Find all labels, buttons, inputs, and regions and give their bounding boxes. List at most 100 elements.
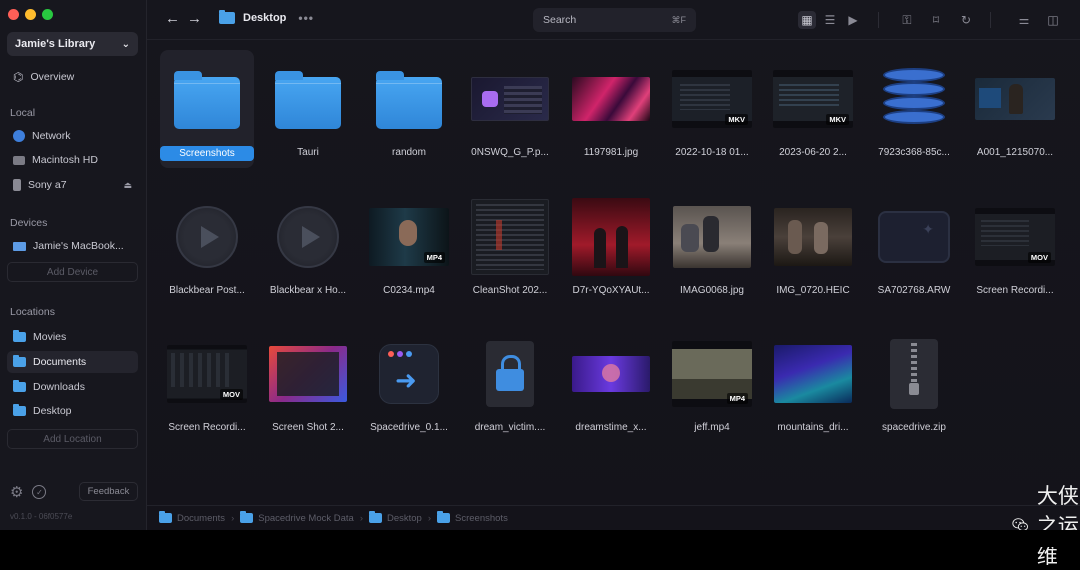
- file-tile[interactable]: dreamstime_x...: [564, 325, 658, 443]
- file-tile[interactable]: random: [362, 50, 456, 168]
- path-item[interactable]: Documents: [159, 511, 225, 524]
- close-window-button[interactable]: [8, 9, 19, 20]
- forward-arrow-icon[interactable]: →: [187, 10, 202, 27]
- search-input[interactable]: [543, 14, 653, 26]
- file-tile[interactable]: 1197981.jpg: [564, 50, 658, 168]
- file-name: 7923c368-85c...: [878, 147, 950, 158]
- path-item[interactable]: Desktop: [368, 511, 422, 524]
- app-icon: ➜: [379, 344, 439, 404]
- sidebar-item-documents[interactable]: Documents: [7, 351, 138, 373]
- file-tile[interactable]: MKV 2023-06-20 2...: [766, 50, 860, 168]
- search-box[interactable]: ⌘F: [533, 8, 696, 32]
- eject-icon[interactable]: ⏏: [123, 180, 132, 191]
- file-tile[interactable]: Tauri: [261, 50, 355, 168]
- sidebar-item-movies[interactable]: Movies: [7, 326, 138, 348]
- file-name: Screen Recordi...: [168, 422, 246, 433]
- sidebar-item-sony-a7[interactable]: Sony a7 ⏏: [7, 174, 138, 196]
- sidebar-item-desktop[interactable]: Desktop: [7, 400, 138, 422]
- file-name: D7r-YQoXYAUt...: [572, 285, 650, 296]
- path-item[interactable]: Spacedrive Mock Data: [240, 511, 354, 524]
- sliders-icon[interactable]: ⚌: [1015, 11, 1033, 29]
- current-folder: Desktop •••: [219, 10, 314, 25]
- sidebar-item-macbook[interactable]: Jamie's MacBook...: [7, 235, 138, 257]
- image-thumbnail: [975, 78, 1055, 120]
- watermark: 大侠之运维: [1012, 480, 1080, 570]
- file-tile[interactable]: D7r-YQoXYAUt...: [564, 188, 658, 306]
- file-name: 0NSWQ_G_P.p...: [471, 147, 549, 158]
- globe-icon: [13, 130, 25, 142]
- refresh-icon[interactable]: ↻: [957, 11, 975, 29]
- image-thumbnail: [572, 77, 650, 121]
- file-name: SA702768.ARW: [877, 285, 951, 296]
- sidebar-item-label: Desktop: [33, 405, 72, 417]
- zoom-window-button[interactable]: [42, 9, 53, 20]
- more-options-icon[interactable]: •••: [298, 11, 314, 25]
- file-tile[interactable]: 0NSWQ_G_P.p...: [463, 50, 557, 168]
- file-tile[interactable]: 7923c368-85c...: [867, 50, 961, 168]
- toolbar: ← → Desktop ••• ⌘F ▦ ☰ ▶ ⚿ ⌑ ↻ ⚌ ◫: [147, 0, 1080, 40]
- sidebar-item-label: Macintosh HD: [32, 154, 98, 166]
- key-icon[interactable]: ⚿: [898, 11, 916, 29]
- check-circle-icon[interactable]: ✓: [32, 485, 47, 499]
- file-tile[interactable]: Screen Shot 2...: [261, 325, 355, 443]
- chevron-right-icon: ›: [231, 512, 235, 524]
- file-tile[interactable]: mountains_dri...: [766, 325, 860, 443]
- image-thumbnail: [774, 345, 852, 403]
- sidebar-item-label: Documents: [33, 356, 87, 368]
- file-tile[interactable]: CleanShot 202...: [463, 188, 557, 306]
- sidebar-item-overview[interactable]: ⌬ Overview: [7, 66, 138, 88]
- file-tile[interactable]: spacedrive.zip: [867, 325, 961, 443]
- audio-play-icon: [277, 206, 339, 268]
- list-view-icon[interactable]: ☰: [821, 11, 839, 29]
- file-tile[interactable]: Blackbear x Ho...: [261, 188, 355, 306]
- folder-icon: [174, 71, 240, 129]
- file-tile[interactable]: MP4 C0234.mp4: [362, 188, 456, 306]
- bottom-letterbox: [0, 530, 1080, 547]
- file-tile[interactable]: ➜ Spacedrive_0.1...: [362, 325, 456, 443]
- tag-icon[interactable]: ⌑: [927, 11, 945, 29]
- file-tile[interactable]: IMAG0068.jpg: [665, 188, 759, 306]
- minimize-window-button[interactable]: [25, 9, 36, 20]
- file-tile[interactable]: MP4 jeff.mp4: [665, 325, 759, 443]
- media-view-icon[interactable]: ▶: [844, 11, 862, 29]
- file-type-badge: MOV: [219, 389, 243, 400]
- library-selector[interactable]: Jamie's Library ⌄: [7, 32, 138, 56]
- file-tile[interactable]: Blackbear Post...: [160, 188, 254, 306]
- section-heading-locations: Locations: [10, 306, 55, 318]
- database-icon: [883, 68, 945, 130]
- back-arrow-icon[interactable]: ←: [165, 10, 180, 27]
- video-thumbnail: MP4: [672, 341, 752, 407]
- sidebar-item-label: Sony a7: [28, 179, 67, 191]
- sidebar-item-downloads[interactable]: Downloads: [7, 376, 138, 398]
- file-name: IMAG0068.jpg: [680, 285, 744, 296]
- file-name: C0234.mp4: [383, 285, 435, 296]
- file-tile[interactable]: Screenshots: [160, 50, 254, 168]
- file-type-badge: MP4: [726, 393, 748, 404]
- sidebar-item-network[interactable]: Network: [7, 125, 138, 147]
- file-tile[interactable]: IMG_0720.HEIC: [766, 188, 860, 306]
- file-tile[interactable]: A001_1215070...: [968, 50, 1062, 168]
- add-device-button[interactable]: Add Device: [7, 262, 138, 282]
- section-heading-local: Local: [10, 107, 36, 119]
- file-name: random: [392, 147, 426, 158]
- folder-icon: [219, 10, 235, 24]
- sidebar-toggle-icon[interactable]: ◫: [1044, 11, 1062, 29]
- file-tile[interactable]: MKV 2022-10-18 01...: [665, 50, 759, 168]
- file-tile[interactable]: SA702768.ARW: [867, 188, 961, 306]
- file-name: 2022-10-18 01...: [675, 147, 749, 158]
- sidebar-item-macintosh-hd[interactable]: Macintosh HD: [7, 149, 138, 171]
- section-heading-devices: Devices: [10, 217, 48, 229]
- raw-image-icon: [878, 211, 950, 263]
- video-thumbnail: MOV: [975, 208, 1055, 266]
- app-window: Jamie's Library ⌄ ⌬ Overview Local Netwo…: [0, 0, 1080, 568]
- file-tile[interactable]: MOV Screen Recordi...: [160, 325, 254, 443]
- file-tile[interactable]: dream_victim....: [463, 325, 557, 443]
- grid-view-icon[interactable]: ▦: [798, 11, 816, 29]
- file-tile[interactable]: MOV Screen Recordi...: [968, 188, 1062, 306]
- path-item[interactable]: Screenshots: [437, 511, 508, 524]
- gear-icon[interactable]: ⚙: [10, 483, 23, 501]
- feedback-button[interactable]: Feedback: [79, 482, 138, 501]
- add-location-button[interactable]: Add Location: [7, 429, 138, 449]
- sidebar-item-label: Downloads: [33, 381, 85, 393]
- file-name: spacedrive.zip: [882, 422, 946, 433]
